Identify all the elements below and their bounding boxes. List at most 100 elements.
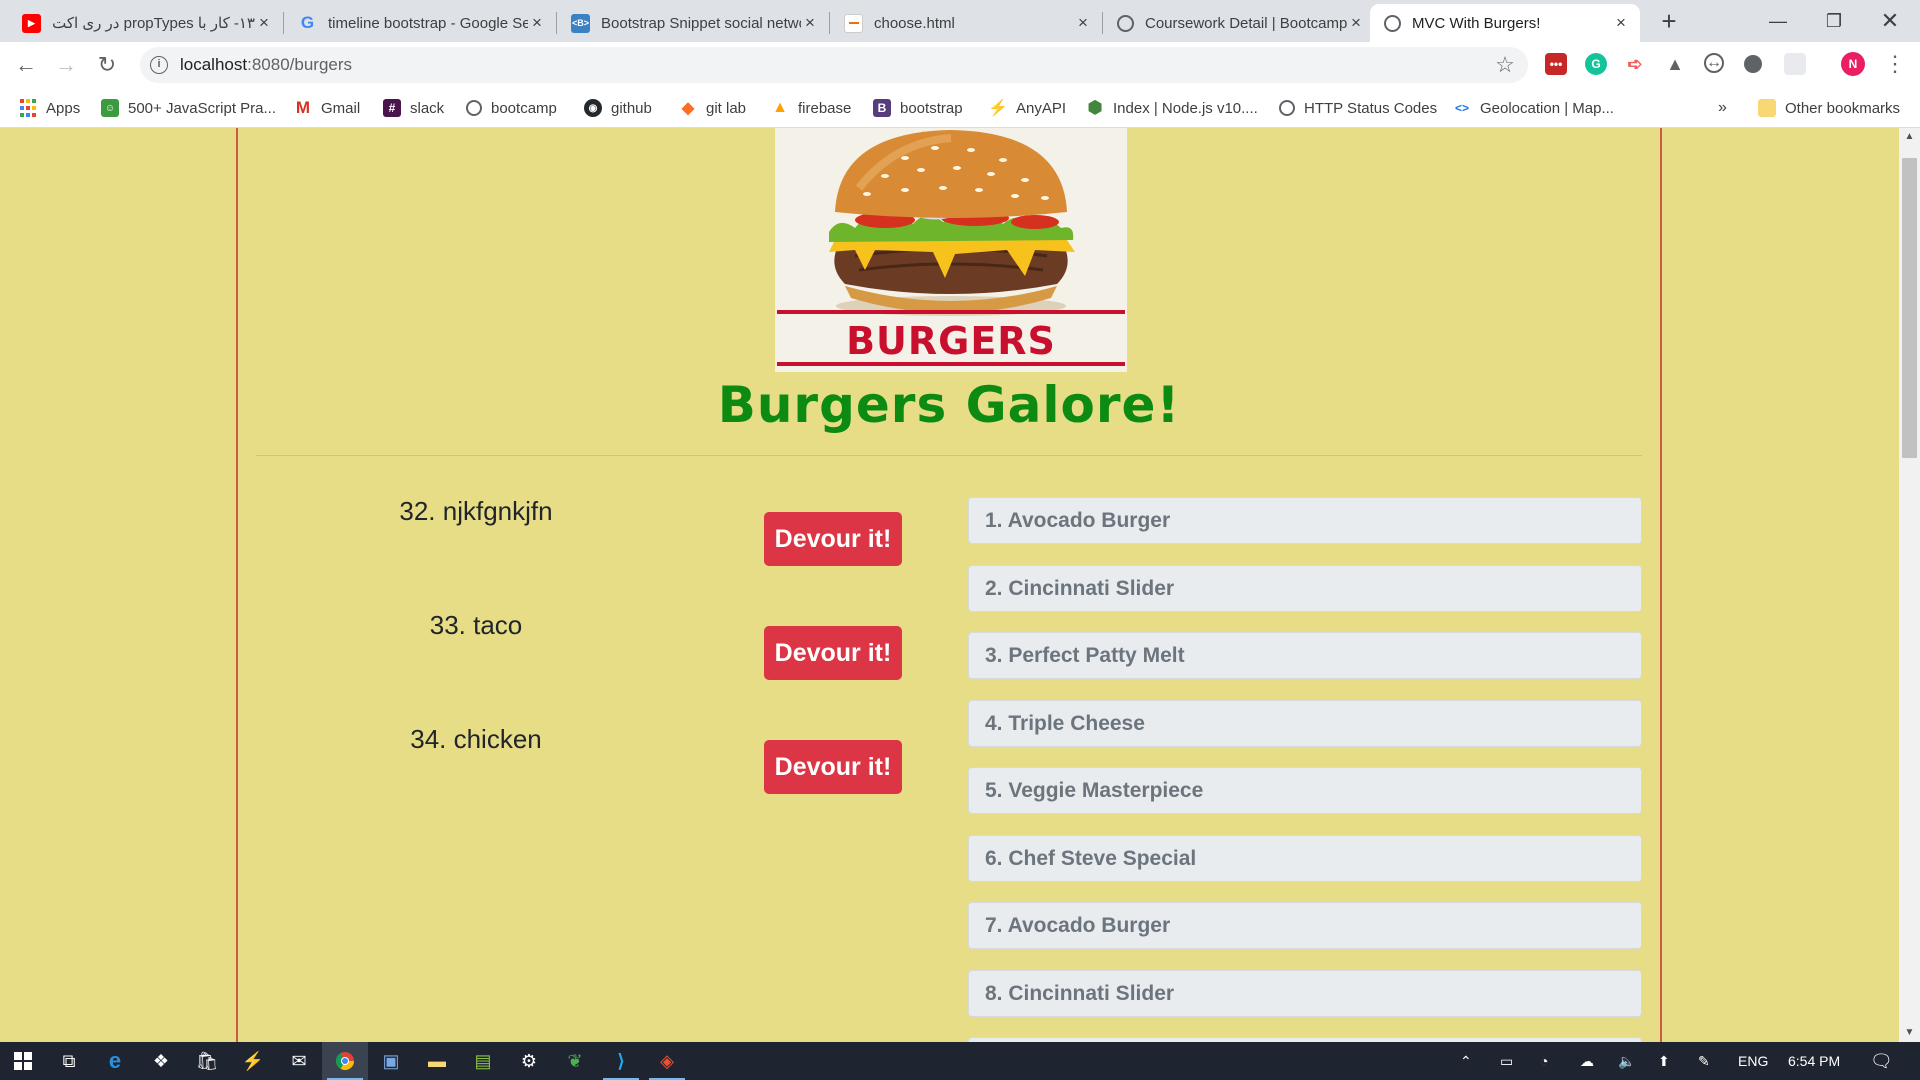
scroll-up-arrow-icon[interactable]: ▲ [1899,128,1920,146]
list-item: 8. Cincinnati Slider [968,969,1642,1017]
bootstrap-icon: B [873,99,891,117]
volume-icon[interactable]: 🔈 [1618,1042,1635,1080]
chrome-taskbar-icon[interactable] [322,1042,368,1080]
cloud-upload-icon[interactable]: ⬆ [1658,1042,1670,1080]
photos-icon[interactable]: ▤ [460,1042,506,1080]
dropbox-icon[interactable]: ❖ [138,1042,184,1080]
tab-google-search[interactable]: G timeline bootstrap - Google Search × [284,4,556,42]
vscode-icon[interactable]: ⟩ [598,1042,644,1080]
theme-extension-icon[interactable] [1744,55,1762,73]
blank-extension-icon[interactable] [1784,53,1806,75]
bookmark-github[interactable]: ◉ github [584,96,652,120]
tab-coursework-detail[interactable]: Coursework Detail | Bootcamp × [1103,4,1375,42]
tab-choose-html[interactable]: choose.html × [830,4,1102,42]
close-icon[interactable]: × [1612,14,1630,32]
tab-title: timeline bootstrap - Google Search [328,14,528,32]
visual-studio-icon[interactable]: ▣ [368,1042,414,1080]
close-window-icon[interactable]: ✕ [1862,0,1918,42]
bookmark-anyapi[interactable]: ⚡ AnyAPI [988,96,1067,120]
network-app-icon[interactable]: ⚙ [506,1042,552,1080]
bookmark-gmail[interactable]: M Gmail [294,96,360,120]
list-item: 33. taco Devour it! [306,610,1066,724]
edge-icon[interactable]: e [92,1042,138,1080]
devour-button[interactable]: Devour it! [764,740,902,794]
devour-button[interactable]: Devour it! [764,626,902,680]
devour-button[interactable]: Devour it! [764,512,902,566]
address-bar[interactable]: i localhost:8080/burgers ☆ [140,47,1528,83]
tab-proptypes[interactable]: ▶ ‫۱۳- کار با propTypes در ری اکت‬ × [8,4,283,42]
url-text[interactable]: localhost:8080/burgers [180,55,1492,75]
bookmark-firebase[interactable]: ▲ firebase [771,96,851,120]
notifications-icon[interactable]: 🗨 [1870,1042,1893,1080]
grammarly-icon[interactable]: G [1585,53,1607,75]
bookmark-bootstrap[interactable]: Bbootstrap [873,96,963,120]
globe-icon [1384,14,1401,32]
bookmark-bootcamp[interactable]: bootcamp [466,96,557,120]
page-title: Burgers Galore! [717,376,1181,434]
bookmarks-overflow-button[interactable]: » [1718,96,1727,120]
extension-icon[interactable]: ••• [1545,53,1567,75]
battery-icon[interactable]: ▭ [1500,1042,1513,1080]
menu-icon[interactable]: ⋮ [1884,52,1906,76]
restore-icon[interactable]: ❐ [1806,0,1862,42]
bookmark-label: AnyAPI [1016,99,1067,117]
drive-icon[interactable]: ▲ [1664,53,1686,75]
scroll-down-arrow-icon[interactable]: ▼ [1899,1024,1920,1042]
pen-icon[interactable]: ✎ [1698,1042,1710,1080]
list-item: 3. Perfect Patty Melt [968,632,1642,679]
close-icon[interactable]: × [1074,14,1092,32]
file-explorer-icon[interactable]: ▬ [414,1042,460,1080]
bookmark-label: Geolocation | Map... [1480,99,1614,117]
close-icon[interactable]: × [1347,14,1365,32]
new-tab-button[interactable]: + [1654,6,1684,36]
bookmark-http-status[interactable]: HTTP Status Codes [1279,96,1437,120]
bookmark-slack[interactable]: # slack [383,96,444,120]
list-item: 6. Chef Steve Special [968,834,1642,882]
tab-title: ‫۱۳- کار با propTypes در ری اکت‬ [52,15,255,32]
scrollbar-thumb[interactable] [1902,158,1917,458]
windows-taskbar: ⧉ e ❖ 🛍 ⚡ ✉ ▣ ▬ ▤ ⚙ ❦ ⟩ ◈ ⌃ ▭ ◔ ☁ 🔈 ⬆ ✎ … [0,1042,1920,1080]
git-bash-icon[interactable]: ◈ [644,1042,690,1080]
cast-extension-icon[interactable]: ➪ [1624,53,1646,75]
tab-mvc-with-burgers[interactable]: MVC With Burgers! × [1370,4,1640,42]
mongodb-icon[interactable]: ❦ [552,1042,598,1080]
bookmark-label: Other bookmarks [1785,99,1901,117]
globe-icon [1117,14,1134,32]
windows-start-icon[interactable] [0,1042,46,1080]
bookmark-nodejs[interactable]: ⬢ Index | Node.js v10.... [1086,96,1258,120]
clock[interactable]: 6:54 PM [1788,1042,1840,1080]
firebase-icon: ▲ [772,99,788,116]
site-info-icon[interactable]: i [150,56,168,74]
url-path: :8080/burgers [247,55,353,74]
github-icon: ◉ [584,99,602,117]
bookmark-star-icon[interactable]: ☆ [1492,52,1518,78]
wifi-icon[interactable]: ◔ [1540,1042,1548,1080]
minimize-icon[interactable]: — [1750,0,1806,42]
bookmark-gitlab[interactable]: ◆ git lab [679,96,746,120]
profile-avatar[interactable]: N [1841,52,1865,76]
close-icon[interactable]: × [801,14,819,32]
other-bookmarks[interactable]: Other bookmarks [1758,96,1900,120]
mail-icon[interactable]: ✉ [276,1042,322,1080]
tab-title: choose.html [874,14,955,32]
bookmark-geolocation[interactable]: <> Geolocation | Map... [1453,96,1614,120]
bookmark-apps[interactable]: Apps [19,96,80,120]
page-scrollbar[interactable]: ▲ ▼ [1899,128,1920,1042]
forward-icon[interactable]: → [50,49,82,81]
language-indicator[interactable]: ENG [1738,1042,1768,1080]
back-icon[interactable]: ← [10,49,42,81]
azure-icon[interactable]: ⚡ [230,1042,276,1080]
page-container: BURGERS Burgers Galore! 32. njkfgnkjfn D… [236,128,1662,1042]
close-icon[interactable]: × [255,14,273,32]
close-icon[interactable]: × [528,14,546,32]
task-view-icon[interactable]: ⧉ [46,1042,92,1080]
reload-icon[interactable]: ↻ [91,49,123,81]
list-item: 7. Avocado Burger [968,902,1642,949]
store-icon[interactable]: 🛍 [184,1042,230,1080]
tab-bootstrap-snippet[interactable]: <B> Bootstrap Snippet social network × [557,4,829,42]
onedrive-icon[interactable]: ☁ [1580,1042,1594,1080]
tray-overflow-icon[interactable]: ⌃ [1460,1042,1472,1080]
divider [256,455,1642,456]
bookmark-js-practice[interactable]: ☺ 500+ JavaScript Pra... [101,96,276,120]
dev-extension-icon[interactable]: ↔ [1704,53,1724,73]
